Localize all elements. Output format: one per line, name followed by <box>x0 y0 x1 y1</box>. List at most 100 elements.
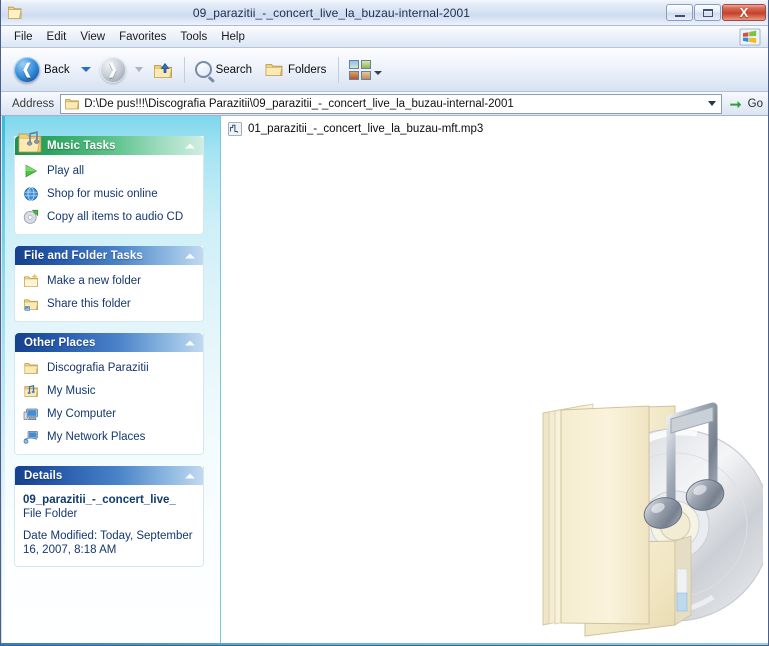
panel-body-file-and-folder-tasks: Make a new folder Share this folder <box>15 265 203 321</box>
panel-body-other-places: Discografia Parazitii My Music My Comput… <box>15 352 203 454</box>
views-grid-icon <box>349 59 372 80</box>
menu-help[interactable]: Help <box>214 29 252 45</box>
task-label: Make a new folder <box>47 275 141 287</box>
file-name: 01_parazitii_-_concert_live_la_buzau-mft… <box>248 123 484 135</box>
panel-header-other-places[interactable]: Other Places <box>15 333 203 352</box>
play-green-icon <box>23 163 39 179</box>
title-bar: 09_parazitii_-_concert_live_la_buzau-int… <box>1 0 768 26</box>
folders-label: Folders <box>288 63 327 76</box>
address-input[interactable]: D:\De pus!!!\Discografia Parazitii\09_pa… <box>60 93 722 114</box>
views-button[interactable] <box>344 53 387 87</box>
chevron-down-icon[interactable] <box>704 95 721 113</box>
window-title: 09_parazitii_-_concert_live_la_buzau-int… <box>192 5 471 20</box>
panel-music-tasks: Music Tasks Play all Shop for music onli… <box>14 131 204 235</box>
chevron-up-icon[interactable] <box>185 473 195 478</box>
panel-file-and-folder-tasks: File and Folder Tasks Make a new folder <box>14 246 204 322</box>
menu-favorites[interactable]: Favorites <box>112 29 173 45</box>
forward-arrow-icon: ❱ <box>99 56 126 83</box>
toolbar: ❰ Back ❱ Search Folders <box>1 48 768 92</box>
panel-title: Music Tasks <box>47 139 116 152</box>
task-label: Play all <box>47 165 85 177</box>
place-label: My Network Places <box>47 431 146 443</box>
details-date-modified: Date Modified: Today, September 16, 2007… <box>23 530 193 556</box>
share-folder-icon <box>23 296 39 312</box>
menu-view[interactable]: View <box>73 29 112 45</box>
back-label: Back <box>44 63 70 76</box>
close-button[interactable]: X <box>722 4 766 21</box>
explorer-window: 09_parazitii_-_concert_live_la_buzau-int… <box>0 0 769 646</box>
minimize-button[interactable] <box>666 4 693 21</box>
details-item-type: File Folder <box>23 508 78 520</box>
folder-icon <box>64 96 80 112</box>
panel-body-music-tasks: Play all Shop for music online Copy all … <box>15 155 203 234</box>
burn-cd-icon <box>23 209 39 225</box>
list-item[interactable]: 01_parazitii_-_concert_live_la_buzau-mft… <box>225 120 487 138</box>
place-label: My Music <box>47 385 96 397</box>
my-computer-icon <box>23 406 39 422</box>
place-my-network-places[interactable]: My Network Places <box>23 429 197 445</box>
up-button[interactable] <box>147 53 179 87</box>
magnifier-icon <box>194 61 212 78</box>
close-icon: X <box>739 4 749 20</box>
my-music-icon <box>23 383 39 399</box>
place-label: Discografia Parazitii <box>47 362 149 374</box>
address-path: D:\De pus!!!\Discografia Parazitii\09_pa… <box>84 97 514 110</box>
maximize-button[interactable] <box>694 4 721 21</box>
window-bottom-edge <box>1 643 768 645</box>
globe-icon <box>23 186 39 202</box>
panel-header-details[interactable]: Details <box>15 466 203 485</box>
task-pane: Music Tasks Play all Shop for music onli… <box>2 116 221 645</box>
folder-icon <box>23 360 39 376</box>
menu-file[interactable]: File <box>7 29 40 45</box>
content-area: Music Tasks Play all Shop for music onli… <box>2 116 768 645</box>
up-folder-icon <box>152 59 174 81</box>
chevron-up-icon[interactable] <box>185 143 195 148</box>
window-controls: X <box>665 4 766 21</box>
folders-button[interactable]: Folders <box>259 53 333 87</box>
network-places-icon <box>23 429 39 445</box>
panel-header-file-and-folder-tasks[interactable]: File and Folder Tasks <box>15 246 203 265</box>
panel-title: Details <box>24 469 63 482</box>
task-label: Copy all items to audio CD <box>47 211 184 223</box>
chevron-up-icon[interactable] <box>185 340 195 345</box>
new-folder-icon <box>23 273 39 289</box>
place-label: My Computer <box>47 408 117 420</box>
panel-other-places: Other Places Discografia Parazitii My Mu… <box>14 333 204 455</box>
go-label: Go <box>747 97 763 110</box>
task-label: Shop for music online <box>47 188 158 200</box>
mp3-file-icon <box>227 121 243 137</box>
toolbar-separator-2 <box>338 56 340 83</box>
back-arrow-icon: ❰ <box>14 56 40 83</box>
menu-bar: File Edit View Favorites Tools Help <box>1 26 768 48</box>
go-button[interactable]: ➞ Go <box>725 94 767 114</box>
place-my-music[interactable]: My Music <box>23 383 197 399</box>
back-button[interactable]: ❰ Back <box>9 53 77 87</box>
music-folder-watermark <box>525 393 768 643</box>
folder-icon <box>6 4 24 22</box>
place-discografia-parazitii[interactable]: Discografia Parazitii <box>23 360 197 376</box>
task-shop-music-online[interactable]: Shop for music online <box>23 186 197 202</box>
place-my-computer[interactable]: My Computer <box>23 406 197 422</box>
panel-body-details: 09_parazitii_-_concert_live_ File Folder… <box>15 485 203 566</box>
panel-title: File and Folder Tasks <box>24 249 143 262</box>
menu-edit[interactable]: Edit <box>40 29 74 45</box>
music-folder-icon <box>16 128 44 156</box>
search-label: Search <box>215 63 253 76</box>
green-arrow-icon: ➞ <box>729 95 742 112</box>
toolbar-separator <box>183 56 185 83</box>
forward-button[interactable]: ❱ <box>95 53 131 87</box>
task-play-all[interactable]: Play all <box>23 163 197 179</box>
chevron-down-icon <box>374 70 383 75</box>
file-list-pane[interactable]: 01_parazitii_-_concert_live_la_buzau-mft… <box>221 116 768 645</box>
address-label: Address <box>12 97 55 110</box>
forward-history-dropdown[interactable] <box>134 67 143 72</box>
chevron-up-icon[interactable] <box>185 253 195 258</box>
search-button[interactable]: Search <box>190 53 259 87</box>
task-make-new-folder[interactable]: Make a new folder <box>23 273 197 289</box>
task-copy-to-audio-cd[interactable]: Copy all items to audio CD <box>23 209 197 225</box>
menu-tools[interactable]: Tools <box>173 29 214 45</box>
task-label: Share this folder <box>47 298 131 310</box>
back-history-dropdown[interactable] <box>80 67 91 72</box>
task-share-this-folder[interactable]: Share this folder <box>23 296 197 312</box>
address-bar: Address D:\De pus!!!\Discografia Parazit… <box>1 92 768 116</box>
